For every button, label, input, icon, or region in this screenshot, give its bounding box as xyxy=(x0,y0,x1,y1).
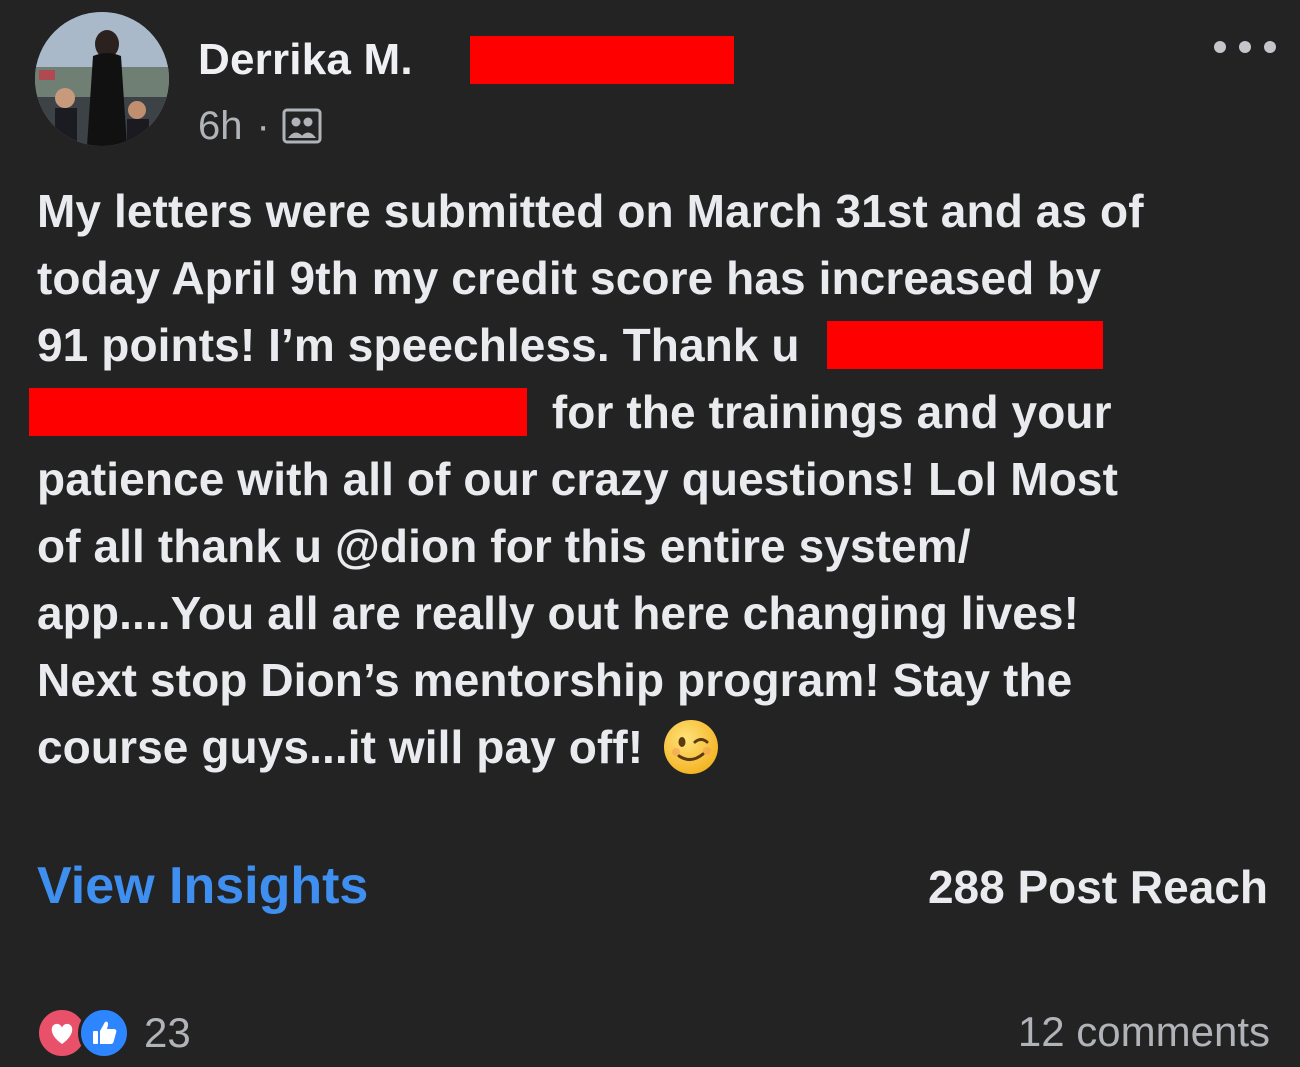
redacted-mention xyxy=(826,320,1103,369)
like-reaction-icon xyxy=(78,1007,130,1059)
reactions-summary[interactable]: 23 xyxy=(36,1006,191,1060)
more-options-dot xyxy=(1239,41,1251,53)
facebook-post-card: Derrika M. 6h · My letters were submitte… xyxy=(0,0,1300,1067)
post-text-line: patience with all of our crazy questions… xyxy=(37,453,1119,505)
post-reach: 288 Post Reach xyxy=(927,861,1268,913)
post-text-segment: course guys...it will pay off! xyxy=(37,721,644,773)
post-text-line: 91 points! I’m speechless. Thank u xyxy=(37,312,1282,379)
author-name[interactable]: Derrika M. xyxy=(198,35,413,85)
view-insights-link[interactable]: View Insights xyxy=(37,856,368,916)
post-text: My letters were submitted on March 31st … xyxy=(29,178,1282,781)
more-options-button[interactable] xyxy=(1214,30,1276,64)
post-timestamp[interactable]: 6h xyxy=(198,104,243,149)
post-text-line: of all thank u @dion for this entire sys… xyxy=(37,520,971,572)
comments-count-link[interactable]: 12 comments xyxy=(1018,1008,1270,1056)
redacted-mention xyxy=(29,387,527,436)
post-text-line: for the trainings and your xyxy=(29,379,1282,446)
group-members-icon xyxy=(282,108,322,144)
post-text-segment: 91 points! I’m speechless. Thank u xyxy=(37,319,800,371)
post-text-line: app....You all are really out here chang… xyxy=(37,587,1079,639)
post-text-line: today April 9th my credit score has incr… xyxy=(37,252,1102,304)
author-line: Derrika M. xyxy=(198,34,413,86)
more-options-icon xyxy=(1214,41,1226,53)
post-text-segment: for the trainings and your xyxy=(551,386,1112,438)
post-text-line: Next stop Dion’s mentorship program! Sta… xyxy=(37,654,1073,706)
reaction-count: 23 xyxy=(144,1009,191,1056)
redacted-surname xyxy=(470,36,734,84)
author-avatar[interactable] xyxy=(35,12,169,146)
post-text-line: course guys...it will pay off! xyxy=(37,714,1282,781)
winking-face-icon xyxy=(662,718,720,776)
meta-separator: · xyxy=(256,103,270,148)
post-text-line: My letters were submitted on March 31st … xyxy=(37,185,1144,237)
more-options-dot xyxy=(1264,41,1276,53)
post-meta: 6h · xyxy=(198,100,322,152)
